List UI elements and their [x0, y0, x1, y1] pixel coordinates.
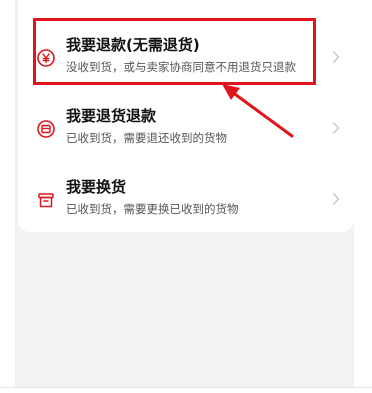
option-return-refund[interactable]: 我要退货退款 已收到货，需要退还收到的货物 — [18, 101, 354, 163]
divider — [0, 387, 372, 388]
option-exchange[interactable]: 我要换货 已收到货，需要更换已收到的货物 — [18, 172, 354, 234]
exchange-box-icon — [38, 193, 54, 208]
highlight-box — [33, 18, 316, 85]
option-subtitle: 已收到货，需要更换已收到的货物 — [66, 202, 239, 216]
option-title: 我要换货 — [66, 178, 127, 196]
return-package-icon — [37, 120, 55, 138]
chevron-right-icon — [332, 51, 340, 63]
chevron-right-icon — [332, 193, 340, 205]
chevron-right-icon — [332, 122, 340, 134]
option-subtitle: 已收到货，需要退还收到的货物 — [66, 131, 227, 145]
option-title: 我要退货退款 — [66, 107, 157, 125]
